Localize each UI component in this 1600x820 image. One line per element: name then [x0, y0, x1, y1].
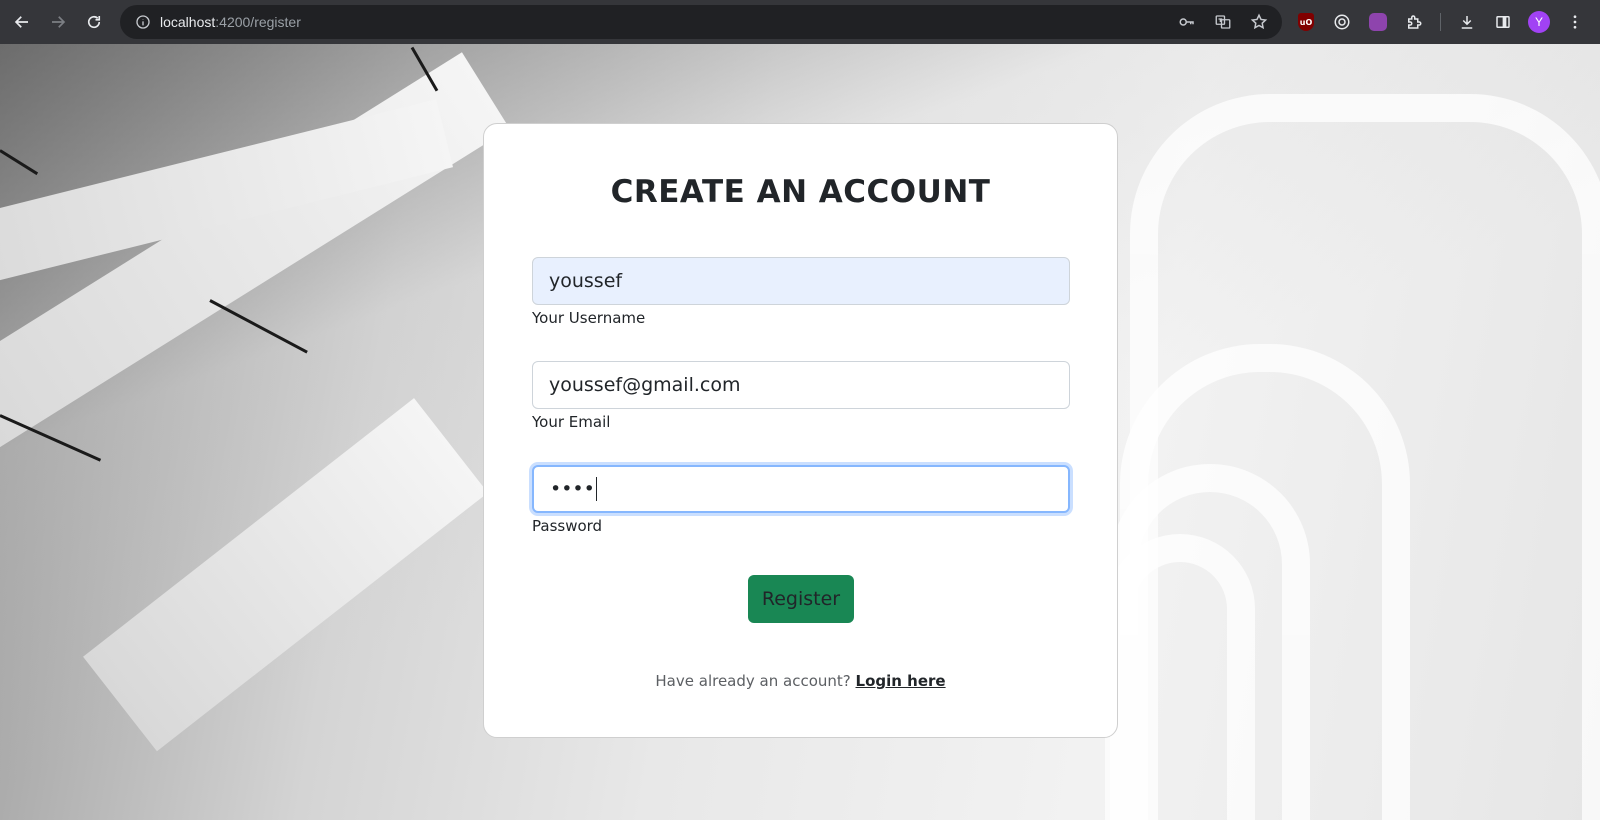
back-arrow-icon [14, 16, 28, 28]
email-value: youssef@gmail.com [549, 374, 741, 396]
site-info-button[interactable] [128, 14, 158, 30]
browser-menu-button[interactable] [1559, 6, 1591, 38]
purple-extension-button[interactable] [1362, 6, 1394, 38]
register-button[interactable]: Register [748, 575, 854, 623]
star-icon [1250, 13, 1268, 30]
avatar: Y [1528, 11, 1550, 33]
extensions-button[interactable] [1398, 6, 1430, 38]
toolbar-separator [1440, 13, 1441, 31]
key-icon [1179, 18, 1194, 26]
reload-button[interactable] [76, 4, 112, 40]
background-line [0, 414, 102, 462]
ublock-extension-button[interactable]: uO [1290, 6, 1322, 38]
text-caret [595, 477, 598, 501]
profile-button[interactable]: Y [1523, 6, 1555, 38]
email-label: Your Email [532, 413, 611, 431]
password-manager-button[interactable] [1174, 9, 1200, 35]
password-field-group: •••• Password [532, 465, 1070, 535]
url-path: :4200/register [215, 14, 301, 30]
target-extension-button[interactable] [1326, 6, 1358, 38]
background-arch [1105, 534, 1255, 820]
url-host: localhost [160, 14, 216, 30]
username-value: youssef [549, 270, 623, 292]
side-panel-icon [1496, 16, 1510, 28]
back-button[interactable] [4, 4, 40, 40]
address-bar[interactable]: localhost:4200/register [120, 5, 1282, 39]
login-link[interactable]: Login here [856, 672, 946, 690]
kebab-menu-icon [1573, 15, 1577, 29]
translate-button[interactable] [1210, 9, 1236, 35]
register-card: CREATE AN ACCOUNT youssef Your Username … [483, 123, 1118, 738]
page-background: CREATE AN ACCOUNT youssef Your Username … [0, 44, 1600, 820]
page-title: CREATE AN ACCOUNT [610, 174, 991, 210]
username-label: Your Username [532, 309, 646, 327]
translate-icon [1215, 15, 1231, 29]
login-prompt-text: Have already an account? [655, 672, 851, 690]
purple-extension-icon [1369, 13, 1387, 31]
forward-button[interactable] [40, 4, 76, 40]
email-input[interactable]: youssef@gmail.com [532, 361, 1070, 409]
target-icon [1334, 14, 1350, 30]
reload-icon [87, 15, 101, 29]
background-beam [83, 398, 488, 752]
login-prompt-line: Have already an account? Login here [484, 672, 1117, 690]
background-line [209, 299, 308, 354]
password-input[interactable]: •••• [532, 465, 1070, 513]
bookmark-button[interactable] [1246, 9, 1272, 35]
password-value: •••• [550, 478, 595, 500]
ublock-icon: uO [1298, 13, 1314, 31]
background-line [0, 149, 39, 176]
url-text[interactable]: localhost:4200/register [160, 14, 301, 30]
username-field-group: youssef Your Username [532, 257, 1070, 327]
puzzle-icon [1408, 15, 1422, 29]
site-info-icon [136, 15, 150, 29]
forward-arrow-icon [52, 16, 66, 28]
username-input[interactable]: youssef [532, 257, 1070, 305]
password-label: Password [532, 517, 603, 535]
downloads-button[interactable] [1451, 6, 1483, 38]
download-icon [1461, 16, 1473, 29]
side-panel-button[interactable] [1487, 6, 1519, 38]
browser-toolbar: localhost:4200/register uO Y [0, 0, 1600, 44]
email-field-group: youssef@gmail.com Your Email [532, 361, 1070, 431]
